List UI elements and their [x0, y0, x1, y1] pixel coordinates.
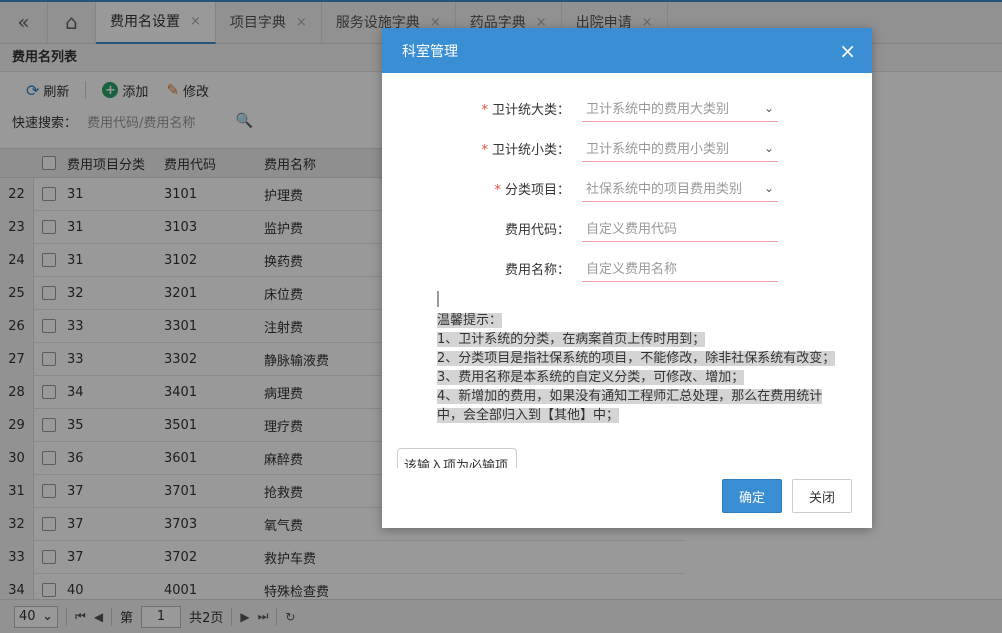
validation-tooltip: 该输入项为必输项 [397, 448, 518, 468]
form-row: * 分类项目： 社保系统中的项目费用类别 ⌄ [382, 168, 872, 208]
field-placeholder: 自定义费用名称 [586, 262, 678, 277]
select-field[interactable]: 社保系统中的项目费用类别 ⌄ [582, 174, 778, 202]
notice-line: 4、新增加的费用，如果没有通知工程师汇总处理，那么在费用统计中，会全部归入到【其… [437, 387, 842, 425]
close-icon[interactable]: × [839, 41, 856, 61]
form-row: 费用名称： 自定义费用名称 [382, 248, 872, 288]
text-field[interactable]: 自定义费用代码 [582, 214, 778, 242]
notice-line: 3、费用名称是本系统的自定义分类，可修改、增加； [437, 368, 842, 387]
field-label-text: 费用名称： [504, 262, 570, 278]
text-cursor [437, 291, 439, 307]
field-label: * 卫计统大类： [382, 99, 582, 118]
chevron-down-icon: ⌄ [763, 180, 774, 195]
field-placeholder: 社保系统中的项目费用类别 [586, 182, 743, 197]
field-label: 费用代码： [382, 219, 582, 238]
required-marker: * [494, 182, 501, 198]
notice-line: 温馨提示： [437, 311, 842, 330]
select-field[interactable]: 卫计系统中的费用小类别 ⌄ [582, 134, 778, 162]
field-label-text: 分类项目： [504, 182, 570, 198]
form-row: * 卫计统小类： 卫计系统中的费用小类别 ⌄ [382, 128, 872, 168]
required-marker: * [481, 102, 488, 118]
select-field[interactable]: 卫计系统中的费用大类别 ⌄ [582, 94, 778, 122]
field-label-text: 卫计统大类： [491, 102, 570, 118]
field-label: 费用名称： [382, 259, 582, 278]
field-label-text: 卫计统小类： [491, 142, 570, 158]
chevron-down-icon: ⌄ [763, 140, 774, 155]
notice-line-text: 2、分类项目是指社保系统的项目，不能修改，除非社保系统有改变； [437, 351, 836, 366]
required-marker: * [481, 142, 488, 158]
field-label-text: 费用代码： [504, 222, 570, 238]
department-management-dialog: 科室管理 × * 卫计统大类： 卫计系统中的费用大类别 ⌄ * 卫计统小类： 卫计系统中的费… [382, 28, 872, 528]
fee-form: * 卫计统大类： 卫计系统中的费用大类别 ⌄ * 卫计统小类： 卫计系统中的费用小类别 ⌄ * 分… [382, 88, 872, 288]
field-label: * 分类项目： [382, 179, 582, 198]
form-row: 费用代码： 自定义费用代码 [382, 208, 872, 248]
notice-line: 1、卫计系统的分类，在病案首页上传时用到； [437, 330, 842, 349]
notice-line-text: 3、费用名称是本系统的自定义分类，可修改、增加； [437, 370, 745, 385]
notice-line-text: 4、新增加的费用，如果没有通知工程师汇总处理，那么在费用统计中，会全部归入到【其… [437, 389, 823, 423]
dialog-header: 科室管理 × [382, 28, 872, 73]
notice-text: 温馨提示： 1、卫计系统的分类，在病案首页上传时用到； 2、分类项目是指社保系统的项… [437, 293, 842, 425]
notice-line: 2、分类项目是指社保系统的项目，不能修改，除非社保系统有改变； [437, 349, 842, 368]
notice-line-text: 温馨提示： [437, 313, 503, 328]
confirm-button[interactable]: 确定 [722, 479, 782, 513]
chevron-down-icon: ⌄ [763, 100, 774, 115]
field-label: * 卫计统小类： [382, 139, 582, 158]
form-row: * 卫计统大类： 卫计系统中的费用大类别 ⌄ [382, 88, 872, 128]
notice-block: 温馨提示： 1、卫计系统的分类，在病案首页上传时用到； 2、分类项目是指社保系统的项… [437, 291, 842, 425]
notice-line-text: 1、卫计系统的分类，在病案首页上传时用到； [437, 332, 706, 347]
close-button[interactable]: 关闭 [792, 479, 852, 513]
field-placeholder: 卫计系统中的费用小类别 [586, 142, 730, 157]
field-placeholder: 自定义费用代码 [586, 222, 678, 237]
text-field[interactable]: 自定义费用名称 [582, 254, 778, 282]
dialog-title: 科室管理 [402, 43, 458, 60]
field-placeholder: 卫计系统中的费用大类别 [586, 102, 730, 117]
